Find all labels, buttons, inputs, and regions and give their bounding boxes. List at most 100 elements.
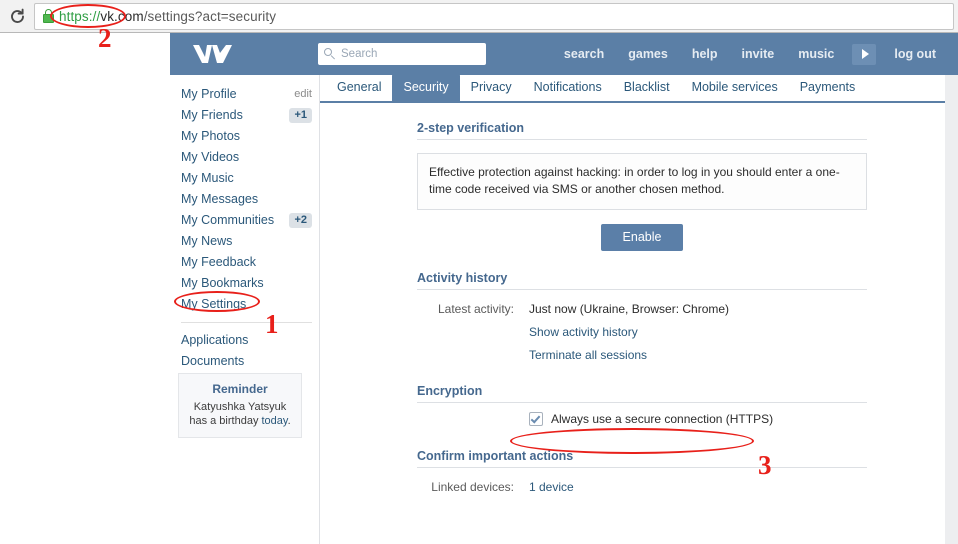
url-path: /settings?act=security [143,9,277,24]
annotation-number-2: 2 [98,23,112,53]
vk-logo[interactable] [185,40,241,68]
sidebar-item-label: My News [181,234,233,248]
sidebar-item-label: My Photos [181,129,241,143]
tab-general[interactable]: General [326,74,392,101]
sidebar-item-label: My Profile [181,87,237,101]
https-checkbox-row[interactable]: Always use a secure connection (HTTPS) [417,412,867,426]
sidebar-secondary-list: Applications Documents [170,330,320,372]
url-scheme: https [59,9,89,24]
search-icon [324,48,336,60]
nav-games[interactable]: games [616,33,680,75]
tab-payments[interactable]: Payments [789,74,867,101]
section-title: Activity history [417,271,508,285]
reminder-today-link[interactable]: today [262,415,288,427]
sidebar-item-label: Applications [181,333,249,347]
reminder-title: Reminder [212,382,268,396]
sidebar-item-my-profile[interactable]: My Profile edit [170,84,320,105]
latest-activity-label: Latest activity: [437,302,514,316]
search-input[interactable]: Search [318,43,486,65]
sidebar-item-label: My Videos [181,150,240,164]
left-sidebar: My Profile edit My Friends +1 My Photos … [170,75,320,544]
content-panel: General Security Privacy Notifications B… [320,74,945,544]
section-rule [417,289,867,290]
enable-button-wrap: Enable [417,224,867,251]
sidebar-item-label: My Friends [181,108,243,122]
sidebar-item-my-messages[interactable]: My Messages [170,189,320,210]
sidebar-item-my-friends[interactable]: My Friends +1 [170,105,320,126]
section-two-step-verification: 2-step verification Effective protection… [417,121,867,251]
address-bar[interactable]: https://vk.com/settings?act=security [34,3,954,30]
https-checkbox[interactable] [529,412,543,426]
tab-notifications[interactable]: Notifications [523,74,613,101]
sidebar-item-my-feedback[interactable]: My Feedback [170,252,320,273]
show-history-row: Show activity history [417,325,867,339]
terminate-all-sessions-link[interactable]: Terminate all sessions [529,348,647,362]
nav-logout[interactable]: log out [882,33,948,75]
sidebar-item-label: My Bookmarks [181,276,264,290]
sidebar-edit-link[interactable]: edit [294,84,312,105]
tab-privacy[interactable]: Privacy [460,74,523,101]
section-title: 2-step verification [417,121,524,135]
reminder-person-name[interactable]: Katyushka Yatsyuk [194,401,287,413]
vk-top-header: Search search games help invite music lo… [170,33,958,75]
sidebar-item-my-music[interactable]: My Music [170,168,320,189]
sidebar-item-label: My Settings [181,297,247,311]
show-activity-history-link[interactable]: Show activity history [529,325,638,339]
nav-help[interactable]: help [680,33,730,75]
section-confirm-important-actions: Confirm important actions Linked devices… [417,449,867,494]
sidebar-item-my-settings[interactable]: My Settings [170,294,320,315]
browser-toolbar: https://vk.com/settings?act=security [0,0,958,33]
sidebar-item-label: My Communities [181,213,275,227]
annotation-number-3: 3 [758,450,772,480]
section-rule [417,467,867,468]
section-encryption: Encryption Always use a secure connectio… [417,384,867,426]
reload-icon[interactable] [0,0,34,33]
sidebar-item-label: Documents [181,354,245,368]
check-icon [530,413,540,424]
sidebar-item-my-news[interactable]: My News [170,231,320,252]
sidebar-badge-communities: +2 [289,213,312,228]
secure-lock-icon [42,9,55,24]
sidebar-primary-list: My Profile edit My Friends +1 My Photos … [170,75,320,315]
linked-devices-label: Linked devices: [431,480,514,494]
nav-music[interactable]: music [786,33,846,75]
sidebar-item-my-photos[interactable]: My Photos [170,126,320,147]
section-title: Encryption [417,384,483,398]
sidebar-item-label: My Feedback [181,255,257,269]
section-rule [417,139,867,140]
nav-invite[interactable]: invite [730,33,787,75]
play-icon[interactable] [852,43,877,65]
screen-root: https://vk.com/settings?act=security Sea… [0,0,958,544]
https-checkbox-label[interactable]: Always use a secure connection (HTTPS) [551,412,773,426]
latest-activity-value: Just now (Ukraine, Browser: Chrome) [529,302,730,316]
section-title: Confirm important actions [417,449,574,463]
linked-devices-value[interactable]: 1 device [529,480,574,494]
tab-mobile-services[interactable]: Mobile services [681,74,789,101]
sidebar-item-label: My Messages [181,192,259,206]
section-activity-history: Activity history Latest activity: Just n… [417,271,867,362]
section-rule [417,402,867,403]
two-step-description: Effective protection against hacking: in… [417,153,867,210]
sidebar-item-documents[interactable]: Documents [170,351,320,372]
reminder-block: Reminder Katyushka Yatsyuk has a birthda… [178,373,302,438]
sidebar-item-my-communities[interactable]: My Communities +2 [170,210,320,231]
sidebar-item-my-bookmarks[interactable]: My Bookmarks [170,273,320,294]
annotation-number-1: 1 [265,309,279,339]
top-navigation: search games help invite music log out [552,33,948,75]
latest-activity-row: Latest activity: Just now (Ukraine, Brow… [417,302,867,316]
sidebar-badge-friends: +1 [289,108,312,123]
tab-security[interactable]: Security [392,74,460,101]
nav-search[interactable]: search [552,33,616,75]
enable-button[interactable]: Enable [600,224,684,251]
url-host: vk.com [100,9,144,24]
settings-tabs: General Security Privacy Notifications B… [320,74,945,103]
sidebar-divider [181,322,312,323]
sidebar-item-my-videos[interactable]: My Videos [170,147,320,168]
tab-blacklist[interactable]: Blacklist [613,74,681,101]
terminate-sessions-row: Terminate all sessions [417,348,867,362]
sidebar-item-label: My Music [181,171,234,185]
linked-devices-row: Linked devices: 1 device [417,480,867,494]
sidebar-item-applications[interactable]: Applications [170,330,320,351]
